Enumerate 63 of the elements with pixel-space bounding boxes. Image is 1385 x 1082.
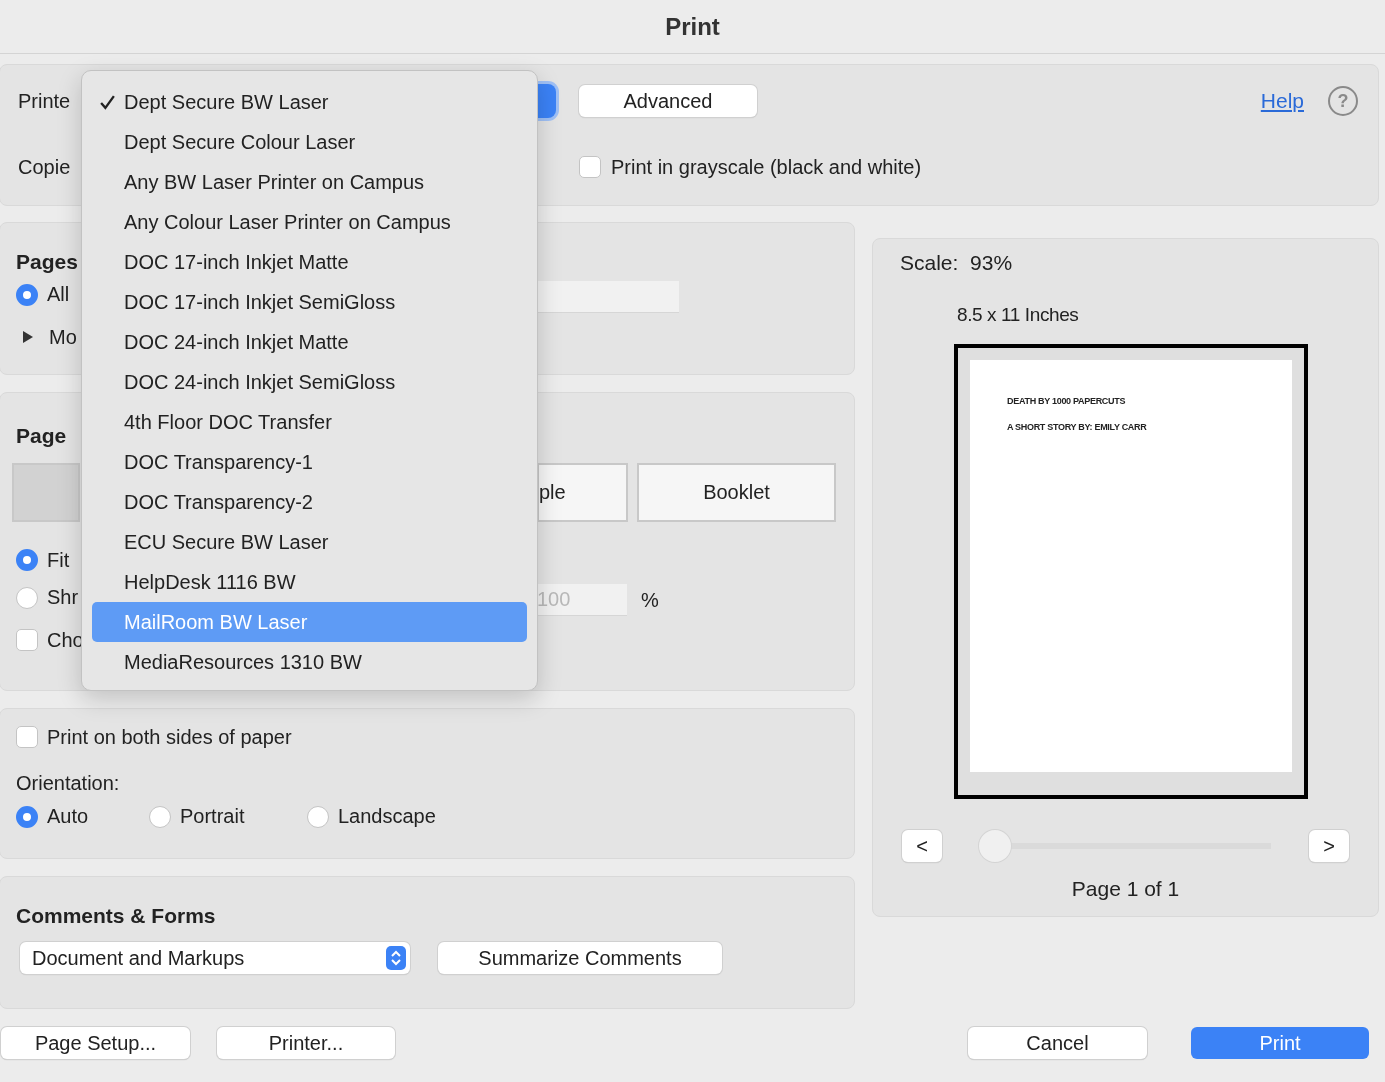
next-page-button[interactable]: >	[1309, 830, 1349, 862]
printer-menu-item[interactable]: Dept Secure Colour Laser	[92, 122, 527, 162]
advanced-button[interactable]: Advanced	[579, 85, 757, 117]
page-setup-button[interactable]: Page Setup...	[1, 1027, 190, 1059]
printer-popup-button[interactable]	[538, 84, 556, 118]
page-range-field[interactable]	[537, 281, 679, 313]
document-text: DEATH BY 1000 PAPERCUTS	[1007, 396, 1127, 408]
scale-label: Scale: 93%	[900, 251, 1013, 274]
page-sizing-segment[interactable]: ple	[537, 463, 628, 522]
paper-size-label: 8.5 x 11 Inches	[957, 304, 1080, 326]
page-status: Page 1 of 1	[1070, 877, 1181, 901]
duplex-label: Print on both sides of paper	[47, 725, 292, 749]
radio-label: Landscape	[338, 805, 436, 829]
printer-label: Printe	[18, 89, 71, 112]
orientation-label: Orientation:	[16, 770, 121, 796]
printer-menu-item[interactable]: DOC 17-inch Inkjet Matte	[92, 242, 527, 282]
comments-select[interactable]: Document and Markups	[20, 942, 410, 974]
disclosure-triangle-icon[interactable]	[22, 330, 34, 344]
printer-menu-item[interactable]: Dept Secure BW Laser	[92, 82, 527, 122]
printer-menu-item[interactable]: Any Colour Laser Printer on Campus	[92, 202, 527, 242]
printer-menu-item[interactable]: DOC 17-inch Inkjet SemiGloss	[92, 282, 527, 322]
radio-label: Portrait	[180, 805, 245, 829]
radio-button[interactable]	[16, 549, 38, 571]
radio-label: Shr	[47, 586, 79, 610]
help-link[interactable]: Help	[1260, 89, 1304, 113]
section-heading: Page	[16, 424, 67, 448]
document-text: A SHORT STORY BY: EMILY CARR	[1007, 422, 1148, 434]
printer-menu-item[interactable]: HelpDesk 1116 BW	[92, 562, 527, 602]
printer-menu-item[interactable]: DOC Transparency-2	[92, 482, 527, 522]
percent-label: %	[641, 588, 659, 612]
section-heading: Comments & Forms	[16, 904, 216, 928]
radio-button[interactable]	[16, 805, 38, 828]
cancel-button[interactable]: Cancel	[968, 1027, 1147, 1059]
more-options-label: Mo	[49, 325, 77, 349]
slider-thumb[interactable]	[979, 830, 1011, 862]
window-title: Print	[665, 12, 720, 41]
printer-menu-item[interactable]: DOC 24-inch Inkjet Matte	[92, 322, 527, 362]
printer-button[interactable]: Printer...	[217, 1027, 395, 1059]
printer-menu-item[interactable]: ECU Secure BW Laser	[92, 522, 527, 562]
grayscale-label: Print in grayscale (black and white)	[611, 155, 922, 179]
radio-label: Fit	[47, 548, 70, 572]
updown-arrows-icon	[386, 946, 406, 970]
printer-menu-item[interactable]: Any BW Laser Printer on Campus	[92, 162, 527, 202]
printer-menu-item[interactable]: DOC 24-inch Inkjet SemiGloss	[92, 362, 527, 402]
radio-button[interactable]	[149, 805, 171, 828]
section-heading: Pages	[16, 250, 78, 274]
checkbox[interactable]	[16, 726, 38, 748]
printer-menu-item[interactable]: DOC Transparency-1	[92, 442, 527, 482]
page-sizing-segment[interactable]	[12, 463, 80, 522]
summarize-comments-button[interactable]: Summarize Comments	[438, 942, 722, 974]
radio-label: Auto	[47, 805, 89, 829]
printer-menu-item[interactable]: MediaResources 1310 BW	[92, 642, 527, 682]
printer-menu-item[interactable]: 4th Floor DOC Transfer	[92, 402, 527, 442]
radio-button[interactable]	[16, 283, 38, 306]
previous-page-button[interactable]: <	[902, 830, 942, 862]
page-sizing-segment[interactable]: Booklet	[637, 463, 836, 522]
radio-button[interactable]	[307, 805, 329, 828]
checkbox[interactable]	[16, 629, 38, 651]
checkbox[interactable]	[579, 156, 601, 178]
print-button[interactable]: Print	[1191, 1027, 1369, 1059]
copies-label: Copie	[18, 155, 71, 178]
radio-label: All	[47, 283, 70, 307]
radio-button[interactable]	[16, 586, 38, 609]
